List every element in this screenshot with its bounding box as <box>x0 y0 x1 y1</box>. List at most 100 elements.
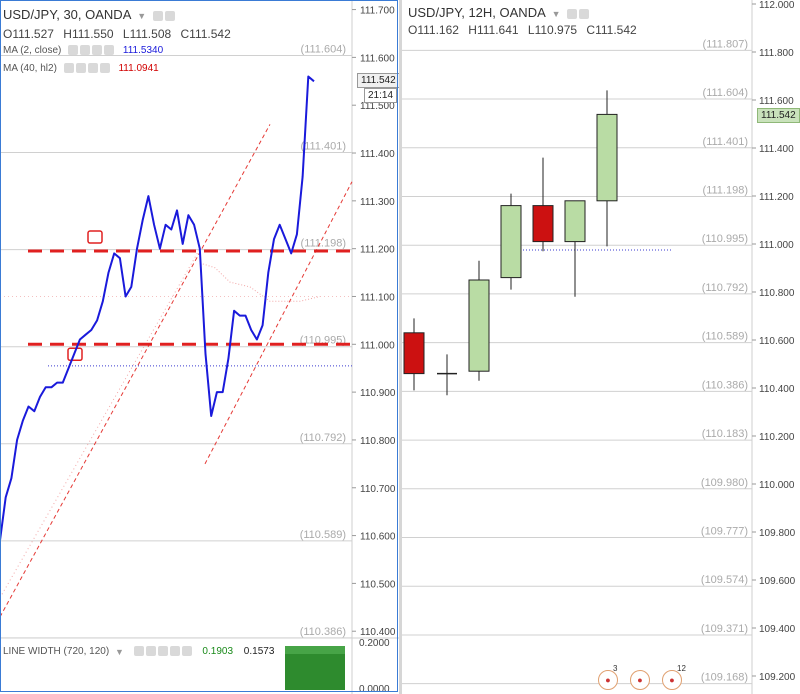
price-tick-label: 110.400 <box>759 384 795 395</box>
price-tick-label: 111.000 <box>759 240 794 251</box>
fib-level-label: (109.777) <box>701 526 748 538</box>
price-tick-label: 110.900 <box>360 388 396 399</box>
fib-level-label: (111.401) <box>703 136 748 148</box>
fib-level-label: (110.792) <box>300 432 346 444</box>
price-tick-label: 110.600 <box>759 336 795 347</box>
indicator-value: 111.5340 <box>122 45 164 57</box>
fib-level-label: (111.198) <box>301 238 346 250</box>
chevron-down-icon[interactable]: ▼ <box>137 11 146 21</box>
indicator-controls <box>63 63 112 74</box>
chart-workspace: (111.604) (111.401) (111.198) (110.995) (110… <box>0 0 800 694</box>
fib-level-label: (110.386) <box>702 379 748 391</box>
left-high: H111.550 <box>63 27 114 41</box>
right-high: H111.641 <box>468 23 519 37</box>
line-width-indicator[interactable]: LINE WIDTH (720, 120) ▼ 0.1903 0.1573 <box>3 646 274 657</box>
indicator-controls <box>133 646 194 657</box>
plus-icon[interactable] <box>169 646 180 657</box>
line-width-tick: 0.0000 <box>359 684 390 694</box>
left-ohlc: O111.527 H111.550 L111.508 C111.542 <box>3 27 237 41</box>
us-flag-event-icon[interactable]: ● 12 <box>662 665 686 690</box>
eye-icon[interactable] <box>133 646 144 657</box>
settings-icon[interactable] <box>567 8 578 19</box>
line-width-bar-highlight <box>285 646 345 654</box>
fib-level-label: (110.995) <box>702 233 748 245</box>
fib-level-label: (110.589) <box>300 529 346 541</box>
fib-level-label: (111.401) <box>301 141 346 153</box>
price-tick-label: 110.800 <box>360 436 396 447</box>
price-tick-label: 110.800 <box>759 288 795 299</box>
chevron-down-icon[interactable]: ▼ <box>115 647 124 657</box>
left-chart-pane[interactable]: (111.604) (111.401) (111.198) (110.995) (110… <box>0 0 400 694</box>
candle-body-bullish <box>500 205 522 279</box>
close-icon[interactable] <box>181 646 192 657</box>
line-width-value-2: 0.1573 <box>243 646 275 658</box>
settings-icon[interactable] <box>152 10 163 21</box>
fib-level-label: (109.168) <box>701 672 748 684</box>
fib-level-label: (109.980) <box>701 477 748 489</box>
fib-level-label: (110.589) <box>702 331 748 343</box>
price-tick-label: 110.200 <box>759 432 795 443</box>
fib-level-label: (111.604) <box>703 87 748 99</box>
gear-icon[interactable] <box>579 8 590 19</box>
ma40-line <box>199 262 321 302</box>
dividend-event-icon[interactable]: ● <box>630 670 650 690</box>
fib-level-label: (110.386) <box>300 626 346 638</box>
left-chart-canvas[interactable]: (111.604)(111.401)(111.198)(110.995)(110… <box>0 0 400 694</box>
indicator-controls <box>68 45 116 56</box>
fib-level-label: (110.183) <box>702 428 748 440</box>
price-tick-label: 111.600 <box>759 96 794 107</box>
right-close: C111.542 <box>586 23 637 37</box>
event-count: 3 <box>613 664 618 673</box>
left-chart-title: USD/JPY, 30, OANDA <box>3 7 131 22</box>
candle-body-bullish <box>468 279 490 372</box>
indicator-value: 111.0941 <box>118 63 159 75</box>
eye-icon[interactable] <box>68 45 79 56</box>
candle-body-bullish <box>564 200 586 243</box>
right-chart-canvas[interactable]: (111.807) (111.604) (111.401) (111.198) (110… <box>402 0 800 694</box>
price-tick-label: 111.000 <box>360 340 395 351</box>
price-tick-label: 111.400 <box>360 149 395 160</box>
price-tick-label: 111.600 <box>360 53 395 64</box>
plus-icon[interactable] <box>87 63 98 74</box>
plus-icon[interactable] <box>92 45 103 56</box>
fib-level-label: (111.604) <box>301 43 346 55</box>
trend-channel-line <box>204 181 353 465</box>
eye-icon[interactable] <box>63 63 74 74</box>
price-tick-label: 109.800 <box>759 528 796 539</box>
price-tick-label: 111.400 <box>759 144 794 155</box>
close-icon[interactable] <box>99 63 110 74</box>
price-tick-label: 111.100 <box>360 292 395 303</box>
us-flag-event-icon[interactable]: ● 3 <box>598 665 618 690</box>
indicator-label: MA (2, close) <box>3 45 62 57</box>
price-tick-label: 111.800 <box>759 48 794 59</box>
price-tick-label: 111.200 <box>360 245 395 256</box>
close-icon[interactable] <box>104 45 115 56</box>
left-close: C111.542 <box>180 27 231 41</box>
price-tick-label: 109.200 <box>759 672 796 683</box>
fib-level-label: (110.792) <box>702 282 748 294</box>
fib-level-label: (111.198) <box>703 184 748 196</box>
right-low: L110.975 <box>527 23 578 37</box>
price-series-line <box>0 75 315 541</box>
trend-channel-line <box>0 124 271 618</box>
right-chart-title: USD/JPY, 12H, OANDA <box>408 5 546 20</box>
right-chart-pane[interactable]: (111.807) (111.604) (111.401) (111.198) (110… <box>402 0 800 694</box>
candle-body-bullish <box>596 113 618 202</box>
price-tick-label: 110.000 <box>759 480 795 491</box>
gear-icon[interactable] <box>164 10 175 21</box>
left-price-tag: 111.542 <box>357 73 400 88</box>
gear-icon[interactable] <box>75 63 86 74</box>
indicator-ma-2[interactable]: MA (2, close) 111.5340 <box>3 45 163 56</box>
indicator-ma-40[interactable]: MA (40, hl2) 111.0941 <box>3 63 159 74</box>
price-tick-label: 110.600 <box>360 532 396 543</box>
chevron-down-icon[interactable]: ▼ <box>552 9 561 19</box>
price-tick-label: 111.300 <box>360 197 395 208</box>
fib-level-label: (109.574) <box>701 574 748 586</box>
left-low: L111.508 <box>122 27 172 41</box>
price-tick-label: 110.400 <box>360 627 396 638</box>
gear-icon[interactable] <box>145 646 156 657</box>
line-width-value-1: 0.1903 <box>202 646 234 658</box>
right-chart-title-row: USD/JPY, 12H, OANDA ▼ <box>408 5 591 20</box>
gear-icon[interactable] <box>80 45 91 56</box>
braces-icon[interactable] <box>157 646 168 657</box>
